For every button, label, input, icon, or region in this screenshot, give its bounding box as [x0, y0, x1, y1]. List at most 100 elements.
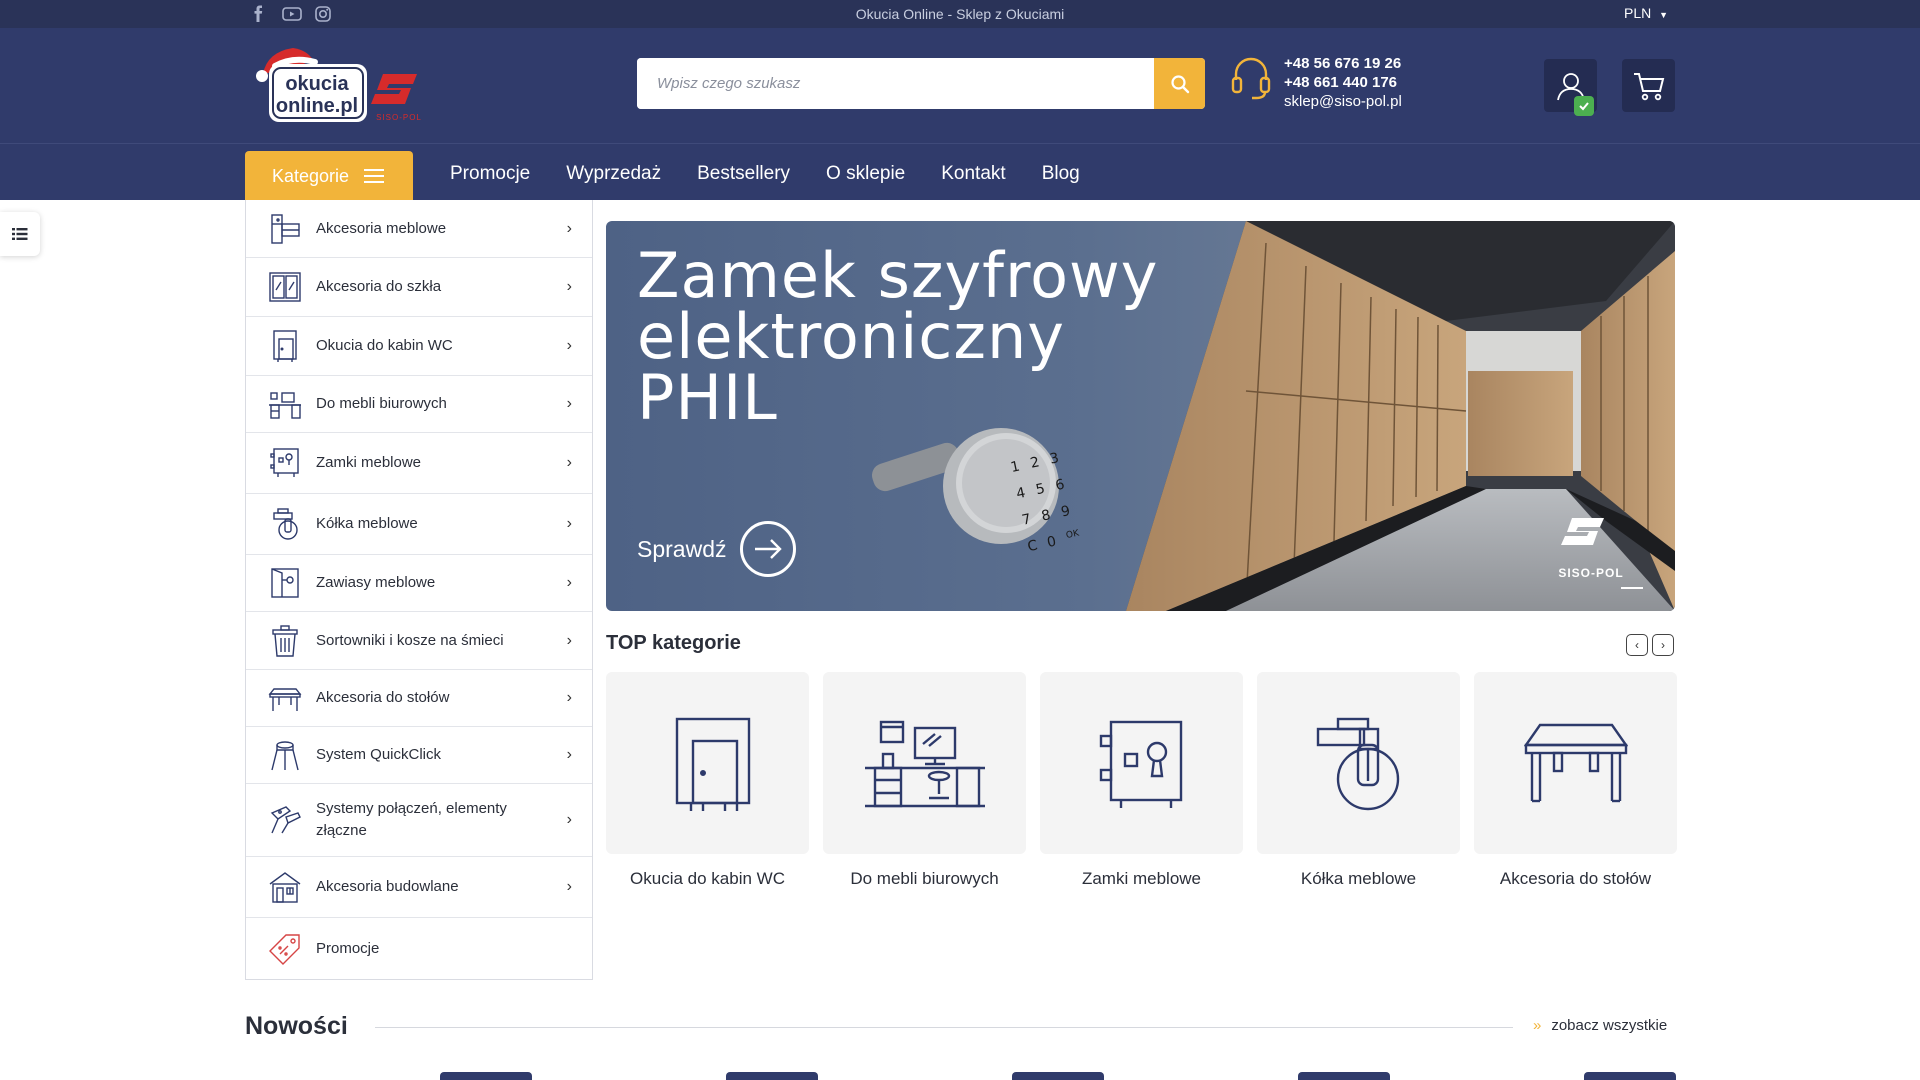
top-category-tile[interactable]: Kółka meblowe: [1257, 672, 1460, 889]
keypad-key: 6: [1053, 476, 1067, 495]
category-item-sortowniki[interactable]: Sortowniki i kosze na śmieci ›: [246, 612, 592, 670]
category-label: Sortowniki i kosze na śmieci: [316, 631, 504, 649]
chevron-right-icon: ›: [566, 337, 572, 354]
category-item-zamki-meblowe[interactable]: Zamki meblowe ›: [246, 433, 592, 494]
search-icon: [1170, 74, 1189, 93]
currency-selector[interactable]: PLN ▼: [1624, 5, 1668, 21]
brand-text: SISO-POL: [376, 113, 422, 122]
section-divider: [375, 1027, 1513, 1028]
logo-text-1: okucia: [285, 73, 349, 95]
category-label: Promocje: [316, 939, 380, 957]
logo-text-2: online.pl: [276, 95, 358, 117]
top-category-label: Zamki meblowe: [1081, 869, 1202, 888]
category-item-systemy-polaczen[interactable]: Systemy połączeń, elementy złączne ›: [246, 784, 592, 857]
chevron-down-icon: ▼: [1659, 10, 1669, 20]
top-category-tile[interactable]: Do mebli biurowych: [823, 672, 1026, 889]
nav-blog[interactable]: Blog: [1042, 163, 1080, 185]
chevron-right-icon: ›: [566, 574, 572, 591]
office-furniture-icon: [864, 720, 985, 808]
top-category-label: Kółka meblowe: [1300, 869, 1417, 888]
nav-bestsellery[interactable]: Bestsellery: [697, 163, 790, 185]
category-item-akcesoria-meblowe[interactable]: Akcesoria meblowe ›: [246, 200, 592, 258]
connectors-icon: [270, 806, 301, 834]
keypad-key: 3: [1048, 450, 1061, 468]
top-categories-list: Okucia do kabin WC Do mebli biurowych Za…: [606, 672, 1677, 889]
category-menu: Akcesoria meblowe › Akcesoria do szkła ›…: [245, 200, 593, 980]
nav-wyprzedaz[interactable]: Wyprzedaż: [566, 163, 661, 185]
menu-icon: [364, 169, 385, 183]
main-nav: Kategorie Promocje Wyprzedaż Bestsellery…: [0, 143, 1920, 201]
banner-cta-label: Sprawdź: [637, 535, 727, 562]
phone-2[interactable]: +48 661 440 176: [1284, 73, 1402, 92]
category-item-promocje[interactable]: Promocje: [246, 918, 592, 979]
nav-promocje[interactable]: Promocje: [450, 163, 530, 185]
search-bar: [637, 58, 1205, 109]
phone-1[interactable]: +48 56 676 19 26: [1284, 54, 1402, 73]
category-label: Akcesoria budowlane: [316, 878, 459, 895]
top-category-tile[interactable]: Zamki meblowe: [1040, 672, 1243, 889]
chevron-right-icon: ›: [566, 515, 572, 532]
category-label: Akcesoria do szkła: [316, 278, 442, 295]
category-label: System QuickClick: [316, 746, 442, 763]
trash-bin-icon: [272, 624, 298, 657]
nav-o-sklepie[interactable]: O sklepie: [826, 163, 905, 185]
chevron-right-icon: ›: [566, 219, 572, 237]
top-bar: Okucia Online - Sklep z Okuciami PLN ▼: [0, 0, 1920, 28]
category-item-system-quickclick[interactable]: System QuickClick ›: [246, 727, 592, 784]
category-label: Systemy połączeń, elementy złączne: [316, 800, 507, 839]
category-label: Kółka meblowe: [316, 515, 418, 532]
search-input[interactable]: [637, 58, 1154, 109]
furniture-lock-icon: [270, 448, 299, 477]
category-label: Akcesoria meblowe: [316, 219, 447, 237]
chevron-right-icon: ›: [566, 395, 572, 412]
top-category-tile[interactable]: Akcesoria do stołów: [1474, 672, 1677, 889]
top-categories-nav: ‹ ›: [1626, 634, 1674, 656]
side-panel-toggle[interactable]: [0, 212, 40, 256]
building-accessories-icon: [269, 872, 301, 903]
double-chevron-icon: »: [1533, 1017, 1542, 1034]
category-item-do-mebli-biurowych[interactable]: Do mebli biurowych ›: [246, 376, 592, 433]
quickclick-icon: [271, 741, 299, 771]
hero-banner[interactable]: SISO-POL Zamek szyfrowy elektroniczny PH…: [606, 221, 1675, 611]
list-icon: [12, 228, 28, 240]
account-button[interactable]: [1544, 59, 1597, 116]
castor-wheel-icon: [273, 508, 298, 540]
logo[interactable]: okucia online.pl SISO-POL: [255, 44, 455, 126]
category-item-akcesoria-do-szkla[interactable]: Akcesoria do szkła ›: [246, 258, 592, 317]
chevron-right-icon[interactable]: ›: [1652, 634, 1674, 656]
category-item-kolka-meblowe[interactable]: Kółka meblowe ›: [246, 494, 592, 555]
category-item-zawiasy-meblowe[interactable]: Zawiasy meblowe ›: [246, 555, 592, 612]
check-icon: [1579, 102, 1589, 111]
top-category-tile[interactable]: Okucia do kabin WC: [606, 672, 809, 889]
category-item-akcesoria-do-stolow[interactable]: Akcesoria do stołów ›: [246, 670, 592, 727]
chevron-right-icon: ›: [566, 278, 572, 295]
email-link[interactable]: sklep@siso-pol.pl: [1284, 92, 1402, 111]
chevron-left-icon[interactable]: ‹: [1626, 634, 1648, 656]
glass-accessories-icon: [269, 272, 301, 302]
category-item-okucia-do-kabin-wc[interactable]: Okucia do kabin WC ›: [246, 317, 592, 376]
banner-cta[interactable]: Sprawdź: [637, 521, 797, 577]
product-card-top: [1584, 1072, 1676, 1080]
hinge-icon: [271, 568, 299, 598]
category-label: Zawiasy meblowe: [316, 574, 436, 591]
see-all-label: zobacz wszystkie: [1551, 1017, 1668, 1034]
cart-icon: [1633, 72, 1664, 100]
categories-button[interactable]: Kategorie: [245, 151, 413, 201]
table-icon: [268, 688, 302, 711]
chevron-right-icon: ›: [566, 878, 572, 895]
furniture-accessories-icon: [271, 213, 300, 244]
category-label: Okucia do kabin WC: [316, 337, 453, 354]
see-all-link[interactable]: » zobacz wszystkie: [1533, 1017, 1667, 1034]
chevron-right-icon: ›: [566, 811, 572, 828]
nav-kontakt[interactable]: Kontakt: [941, 163, 1005, 185]
keypad-key: 9: [1059, 502, 1072, 521]
category-item-akcesoria-budowlane[interactable]: Akcesoria budowlane ›: [246, 857, 592, 918]
product-card-top: [1012, 1072, 1104, 1080]
table-icon: [1523, 723, 1628, 803]
product-card-top: [1298, 1072, 1390, 1080]
search-button[interactable]: [1154, 58, 1205, 109]
top-category-label: Akcesoria do stołów: [1499, 869, 1652, 888]
chevron-right-icon: ›: [566, 454, 572, 471]
cart-button[interactable]: [1622, 59, 1675, 112]
product-card-top: [726, 1072, 818, 1080]
